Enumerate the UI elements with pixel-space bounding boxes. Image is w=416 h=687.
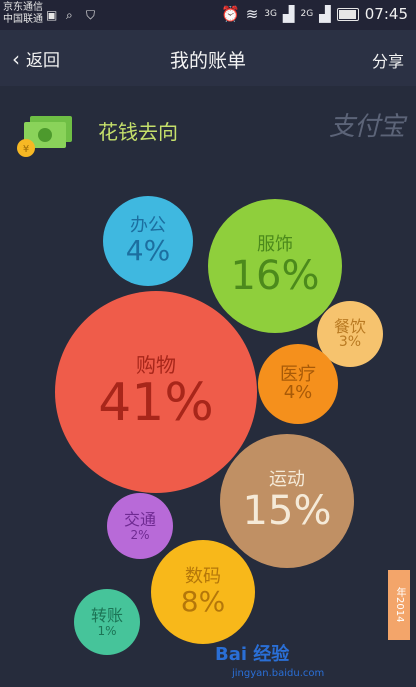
bubble-label: 转账 — [90, 605, 123, 625]
section-title: 花钱去向 — [98, 120, 178, 144]
search-icon: ⌕ — [66, 8, 73, 22]
bubble-percent: 15% — [242, 487, 332, 534]
bubble-office[interactable]: 办公 4% — [103, 196, 193, 286]
bubble-medical[interactable]: 医疗 4% — [258, 344, 338, 424]
nav-bar: ‹ 返回 我的账单 分享 — [0, 30, 416, 86]
clock: 07:45 — [364, 5, 408, 23]
bubble-sports[interactable]: 运动 15% — [220, 434, 354, 568]
battery-icon — [336, 7, 359, 21]
bubble-percent: 2% — [130, 527, 150, 542]
alarm-icon: ⏰ — [221, 5, 240, 23]
status-right: ⏰ ≋ 3G ▟ 2G ▟ 07:45 — [221, 5, 408, 23]
year-ribbon: 年2014 — [388, 570, 410, 640]
money-icon: ¥ — [17, 116, 72, 157]
share-button[interactable]: 分享 — [372, 48, 404, 72]
signal-icon: ▟ — [282, 5, 295, 23]
network-2g: 2G — [300, 9, 314, 19]
bubble-percent: 8% — [180, 585, 226, 619]
bubble-percent: 16% — [230, 252, 320, 299]
bubble-percent: 1% — [97, 623, 117, 638]
signal-icon-2: ▟ — [319, 5, 331, 23]
bubble-label: 餐饮 — [333, 316, 366, 336]
status-bar: 京东通信 中国联通 ▣ ⌕ ⛉ ⏰ ≋ 3G ▟ 2G ▟ 07:45 — [0, 0, 416, 30]
bubble-label: 服饰 — [257, 234, 293, 256]
shield-icon: ⛉ — [86, 8, 96, 22]
carrier-1: 京东通信 — [3, 2, 43, 13]
bubble-percent: 4% — [283, 382, 313, 404]
carrier-info: 京东通信 中国联通 — [3, 2, 43, 26]
bill-content: ¥ 花钱去向 支付宝 办公 4% 服饰 16% 餐饮 3% 购物 41% 医疗 … — [0, 86, 416, 687]
image-icon: ▣ — [46, 8, 58, 22]
bubble-transport[interactable]: 交通 2% — [107, 493, 173, 559]
carrier-2: 中国联通 — [3, 14, 43, 25]
alipay-watermark: 支付宝 — [328, 112, 405, 142]
bubble-percent: 4% — [125, 234, 171, 268]
page-title: 我的账单 — [169, 50, 246, 72]
baidu-url: jingyan.baidu.com — [232, 668, 325, 679]
baidu-watermark: Bai 经验 — [215, 644, 290, 665]
network-3g: 3G — [264, 9, 277, 19]
svg-text:¥: ¥ — [23, 144, 29, 155]
bubble-percent: 41% — [98, 372, 214, 433]
bubble-label: 交通 — [123, 509, 156, 529]
wifi-icon: ≋ — [245, 5, 259, 23]
bubble-clothing[interactable]: 服饰 16% — [208, 199, 342, 333]
bubble-digital[interactable]: 数码 8% — [151, 540, 255, 644]
bubble-shopping[interactable]: 购物 41% — [55, 291, 257, 493]
bubble-transfer[interactable]: 转账 1% — [74, 589, 140, 655]
bubble-percent: 3% — [338, 334, 362, 351]
bubble-label: 运动 — [269, 469, 305, 491]
